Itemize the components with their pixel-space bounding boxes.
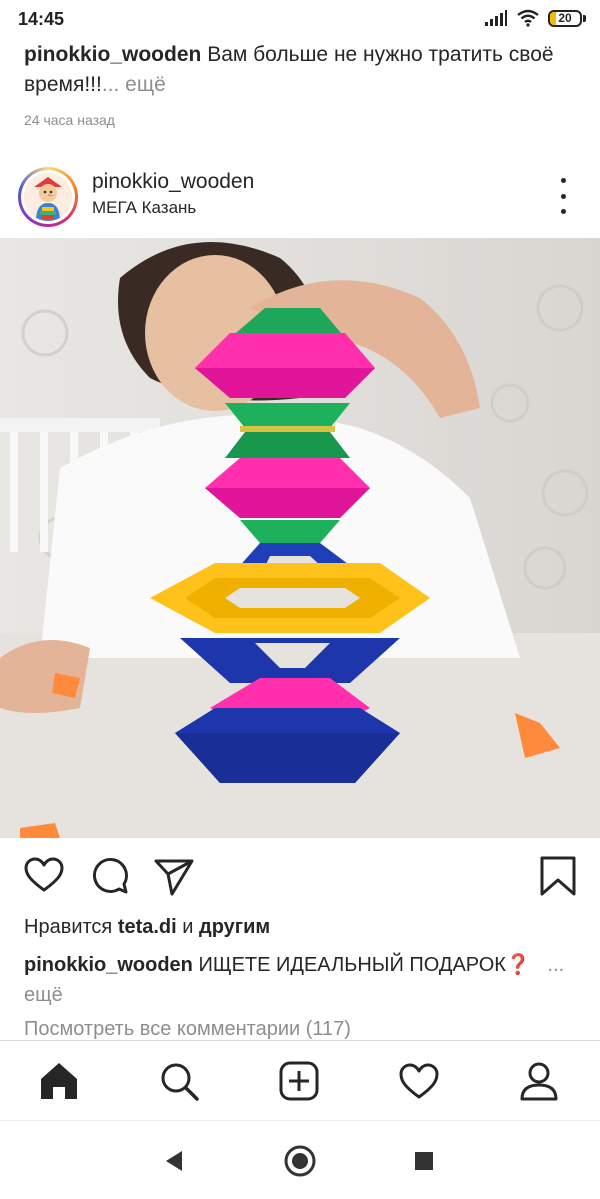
previous-post-caption: pinokkio_wooden Вам больше не нужно трат… (24, 40, 580, 100)
search-icon[interactable] (157, 1059, 201, 1103)
add-post-icon[interactable] (277, 1059, 321, 1103)
back-icon[interactable] (156, 1143, 192, 1179)
profile-icon[interactable] (517, 1059, 561, 1103)
post-caption: pinokkio_wooden ИЩЕТЕ ИДЕАЛЬНЫЙ ПОДАРОК❓… (24, 950, 584, 1010)
likes-others-link[interactable]: другим (199, 916, 270, 938)
previous-post-username[interactable]: pinokkio_wooden (24, 43, 201, 66)
likes-user-link[interactable]: teta.di (118, 916, 177, 938)
status-time: 14:45 (18, 9, 65, 29)
status-bar: 14:45 20 (0, 0, 600, 40)
recents-icon[interactable] (406, 1143, 442, 1179)
battery-icon: 20 (548, 9, 586, 27)
likes-line: Нравится teta.di и другим (24, 916, 270, 939)
wifi-icon (517, 9, 539, 27)
post-username[interactable]: pinokkio_wooden (92, 170, 254, 194)
previous-post-more-link[interactable]: ... ещё (102, 73, 166, 96)
previous-post-timestamp: 24 часа назад (24, 112, 115, 128)
system-navigation-bar (0, 1120, 600, 1199)
heart-icon[interactable] (22, 854, 66, 898)
likes-prefix: Нравится (24, 916, 118, 938)
post-location[interactable]: МЕГА Казань (92, 198, 196, 218)
battery-fill (550, 11, 556, 25)
signal-icon (485, 10, 507, 26)
caption-text: ИЩЕТЕ ИДЕАЛЬНЫЙ ПОДАРОК❓ (198, 954, 531, 976)
home-circle-icon[interactable] (282, 1143, 318, 1179)
post-image (0, 238, 600, 838)
battery-level: 20 (558, 10, 572, 25)
caption-username[interactable]: pinokkio_wooden (24, 954, 193, 976)
view-comments-link[interactable]: Посмотреть все комментарии (117) (24, 1018, 351, 1040)
avatar-image (24, 173, 72, 221)
bookmark-icon[interactable] (536, 854, 580, 898)
home-icon[interactable] (37, 1059, 81, 1103)
post-header: pinokkio_wooden МЕГА Казань (0, 160, 600, 232)
send-icon[interactable] (152, 854, 196, 898)
more-vertical-icon[interactable] (550, 178, 576, 214)
comment-icon[interactable] (88, 854, 132, 898)
activity-heart-icon[interactable] (397, 1059, 441, 1103)
post-media[interactable] (0, 238, 600, 838)
status-icons: 20 (484, 9, 586, 27)
likes-middle: и (176, 916, 200, 938)
avatar[interactable] (18, 167, 78, 227)
bottom-navigation (0, 1040, 600, 1121)
post-action-bar (0, 848, 600, 908)
